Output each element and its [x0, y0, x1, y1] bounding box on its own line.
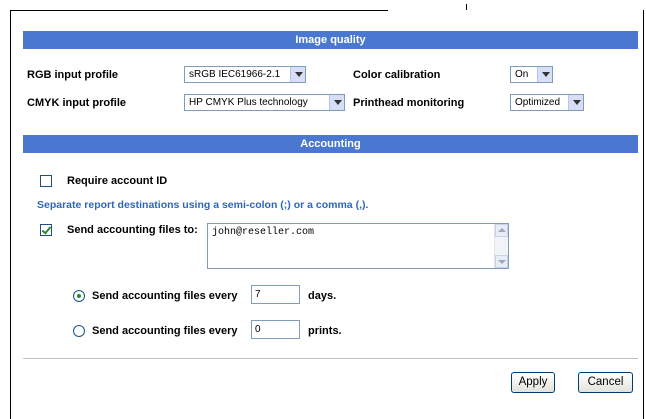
rgb-input-profile-label: RGB input profile: [27, 69, 119, 81]
apply-button[interactable]: Apply: [511, 372, 555, 393]
printhead-monitoring-label: Printhead monitoring: [353, 97, 465, 109]
destinations-info-text: Separate report destinations using a sem…: [37, 199, 369, 211]
send-every-days-label: Send accounting files every: [92, 290, 238, 302]
image-quality-header: Image quality: [23, 31, 638, 49]
scroll-down-icon[interactable]: [495, 255, 508, 268]
chevron-down-icon: [290, 67, 305, 82]
textarea-scrollbar[interactable]: [494, 224, 508, 268]
days-interval-input[interactable]: 7: [251, 285, 300, 304]
window-frame-left: [10, 10, 11, 419]
chevron-down-icon: [537, 67, 552, 82]
send-accounting-files-checkbox[interactable]: [40, 224, 52, 236]
printhead-monitoring-select[interactable]: Optimized: [510, 94, 584, 111]
days-unit-label: days.: [308, 290, 337, 302]
prints-unit-label: prints.: [308, 325, 342, 337]
rgb-input-profile-select[interactable]: sRGB IEC61966-2.1: [184, 66, 306, 83]
send-every-prints-label: Send accounting files every: [92, 325, 238, 337]
send-accounting-files-label: Send accounting files to:: [67, 224, 198, 236]
chevron-down-icon: [568, 95, 583, 110]
accounting-header: Accounting: [23, 135, 638, 153]
window-frame-tick: [466, 4, 467, 10]
accounting-destinations-value: john@reseller.com: [212, 227, 315, 238]
window-frame-top: [10, 10, 388, 11]
color-calibration-value: On: [515, 69, 529, 80]
chevron-down-icon: [329, 95, 344, 110]
send-every-prints-radio[interactable]: [73, 325, 85, 337]
window-frame-right: [643, 10, 644, 419]
cmyk-input-profile-label: CMYK input profile: [27, 97, 126, 109]
color-calibration-select[interactable]: On: [510, 66, 553, 83]
scroll-up-icon[interactable]: [495, 224, 508, 237]
accounting-destinations-textarea[interactable]: john@reseller.com: [207, 223, 509, 269]
footer-divider: [23, 358, 638, 359]
color-calibration-label: Color calibration: [353, 69, 441, 81]
require-account-id-label: Require account ID: [67, 175, 168, 187]
send-every-days-radio[interactable]: [73, 290, 85, 302]
prints-interval-input[interactable]: 0: [251, 320, 300, 339]
printhead-monitoring-value: Optimized: [515, 97, 561, 108]
cmyk-input-profile-select[interactable]: HP CMYK Plus technology: [184, 94, 345, 111]
cancel-button[interactable]: Cancel: [578, 372, 633, 393]
cmyk-input-profile-value: HP CMYK Plus technology: [189, 97, 308, 108]
require-account-id-checkbox[interactable]: [40, 175, 52, 187]
rgb-input-profile-value: sRGB IEC61966-2.1: [189, 69, 281, 80]
